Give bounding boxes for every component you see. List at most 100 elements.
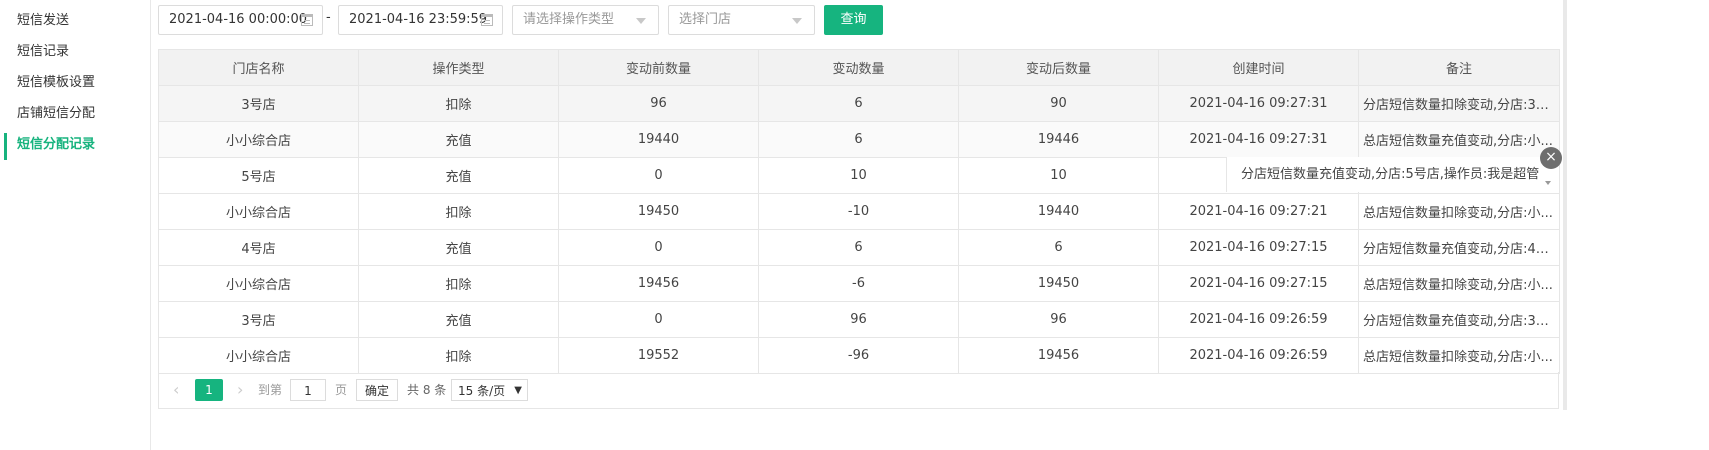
table-row[interactable]: 小小综合店 扣除 19552 -96 19456 2021-04-16 09:2… xyxy=(158,337,1560,374)
column-header-remark: 备注 xyxy=(1358,49,1560,86)
cell-quantity-change: -10 xyxy=(758,193,959,230)
cell-quantity-before: 96 xyxy=(558,85,759,122)
total-count: 共 8 条 xyxy=(407,383,447,397)
vertical-scrollbar[interactable] xyxy=(1563,0,1567,410)
query-button[interactable]: 查询 xyxy=(824,5,883,35)
cell-store-name: 小小综合店 xyxy=(158,337,359,374)
sidebar-item-sms-allocation-records[interactable]: 短信分配记录 xyxy=(0,129,150,160)
cell-created-time: 2021-04-16 09:27:21 xyxy=(1158,193,1359,230)
operation-type-select[interactable]: 请选择操作类型 xyxy=(512,5,659,35)
goto-page-input[interactable]: 1 xyxy=(290,379,326,401)
goto-label: 到第 xyxy=(258,383,283,397)
column-header-quantity-after: 变动后数量 xyxy=(958,49,1159,86)
cell-quantity-before: 19450 xyxy=(558,193,759,230)
table-header-row: 门店名称 操作类型 变动前数量 变动数量 变动后数量 创建时间 备注 xyxy=(158,49,1560,86)
next-page-icon[interactable]: › xyxy=(237,379,243,401)
sidebar-item-sms-send[interactable]: 短信发送 xyxy=(0,5,150,36)
start-date-input[interactable]: 2021-04-16 00:00:00 xyxy=(158,5,323,35)
main-content: 2021-04-16 00:00:00 - 2021-04-16 23:59:5… xyxy=(158,0,1709,450)
chevron-down-icon xyxy=(792,18,802,24)
cell-quantity-after: 19450 xyxy=(958,265,1159,302)
remark-tooltip: 分店短信数量充值变动,分店:5号店,操作员:我是超管 xyxy=(1226,157,1557,192)
table-row[interactable]: 小小综合店 扣除 19456 -6 19450 2021-04-16 09:27… xyxy=(158,265,1560,302)
prev-page-icon[interactable]: ‹ xyxy=(173,379,179,401)
close-icon[interactable]: × xyxy=(1540,147,1562,169)
sidebar-item-sms-template-settings[interactable]: 短信模板设置 xyxy=(0,67,150,98)
cell-quantity-after: 6 xyxy=(958,229,1159,266)
cell-quantity-after: 90 xyxy=(958,85,1159,122)
sidebar-item-store-sms-allocation[interactable]: 店铺短信分配 xyxy=(0,98,150,129)
cell-quantity-after: 19456 xyxy=(958,337,1159,374)
cell-quantity-after: 19446 xyxy=(958,121,1159,158)
scroll-down-icon[interactable] xyxy=(1545,181,1551,185)
cell-created-time: 2021-04-16 09:27:31 xyxy=(1158,121,1359,158)
chevron-down-icon: ▼ xyxy=(514,385,522,396)
table-row[interactable]: 3号店 扣除 96 6 90 2021-04-16 09:27:31 分店短信数… xyxy=(158,85,1560,122)
end-date-value: 2021-04-16 23:59:59 xyxy=(349,12,488,27)
cell-quantity-change: 6 xyxy=(758,229,959,266)
table-row[interactable]: 小小综合店 充值 19440 6 19446 2021-04-16 09:27:… xyxy=(158,121,1560,158)
cell-operation-type: 扣除 xyxy=(358,337,559,374)
cell-operation-type: 扣除 xyxy=(358,193,559,230)
cell-created-time: 2021-04-16 09:27:31 xyxy=(1158,85,1359,122)
store-placeholder: 选择门店 xyxy=(679,12,732,27)
calendar-icon[interactable] xyxy=(481,14,493,26)
cell-store-name: 小小综合店 xyxy=(158,121,359,158)
cell-quantity-change: 96 xyxy=(758,301,959,338)
cell-quantity-before: 19440 xyxy=(558,121,759,158)
cell-operation-type: 扣除 xyxy=(358,265,559,302)
table-row[interactable]: 小小综合店 扣除 19450 -10 19440 2021-04-16 09:2… xyxy=(158,193,1560,230)
chevron-down-icon xyxy=(636,18,646,24)
page-unit-label: 页 xyxy=(335,383,348,397)
sidebar-item-sms-records[interactable]: 短信记录 xyxy=(0,36,150,67)
cell-store-name: 小小综合店 xyxy=(158,193,359,230)
cell-remark[interactable]: 总店短信数量扣除变动,分店:小... xyxy=(1358,265,1560,302)
cell-store-name: 3号店 xyxy=(158,301,359,338)
cell-remark[interactable]: 总店短信数量扣除变动,分店:小... xyxy=(1358,193,1560,230)
store-select[interactable]: 选择门店 xyxy=(668,5,815,35)
cell-quantity-change: 6 xyxy=(758,121,959,158)
cell-store-name: 5号店 xyxy=(158,157,359,194)
column-header-store-name: 门店名称 xyxy=(158,49,359,86)
cell-store-name: 小小综合店 xyxy=(158,265,359,302)
cell-store-name: 3号店 xyxy=(158,85,359,122)
cell-remark[interactable]: 分店短信数量扣除变动,分店:3号... xyxy=(1358,85,1560,122)
page-size-select[interactable]: 15 条/页 ▼ xyxy=(451,379,528,401)
cell-created-time: 2021-04-16 09:27:15 xyxy=(1158,265,1359,302)
goto-confirm-button[interactable]: 确定 xyxy=(356,379,398,401)
cell-quantity-after: 96 xyxy=(958,301,1159,338)
column-header-quantity-change: 变动数量 xyxy=(758,49,959,86)
cell-quantity-before: 19552 xyxy=(558,337,759,374)
page-size-value: 15 条/页 xyxy=(458,384,506,398)
pagination: ‹ 1 › 到第 1 页 确定 共 8 条 15 条/页 ▼ xyxy=(158,372,1559,409)
cell-remark[interactable]: 总店短信数量充值变动,分店:小... xyxy=(1358,121,1560,158)
cell-remark[interactable]: 总店短信数量扣除变动,分店:小... xyxy=(1358,337,1560,374)
filter-toolbar: 2021-04-16 00:00:00 - 2021-04-16 23:59:5… xyxy=(158,5,1558,37)
cell-operation-type: 充值 xyxy=(358,301,559,338)
cell-operation-type: 扣除 xyxy=(358,85,559,122)
cell-quantity-change: -96 xyxy=(758,337,959,374)
start-date-value: 2021-04-16 00:00:00 xyxy=(169,12,308,27)
table-row[interactable]: 4号店 充值 0 6 6 2021-04-16 09:27:15 分店短信数量充… xyxy=(158,229,1560,266)
cell-quantity-before: 0 xyxy=(558,229,759,266)
cell-created-time: 2021-04-16 09:26:59 xyxy=(1158,301,1359,338)
cell-operation-type: 充值 xyxy=(358,121,559,158)
cell-quantity-before: 0 xyxy=(558,157,759,194)
cell-store-name: 4号店 xyxy=(158,229,359,266)
allocation-records-table: 门店名称 操作类型 变动前数量 变动数量 变动后数量 创建时间 备注 3号店 扣… xyxy=(158,49,1560,374)
cell-remark[interactable]: 分店短信数量充值变动,分店:3号... xyxy=(1358,301,1560,338)
cell-quantity-after: 10 xyxy=(958,157,1159,194)
cell-quantity-change: -6 xyxy=(758,265,959,302)
end-date-input[interactable]: 2021-04-16 23:59:59 xyxy=(338,5,503,35)
cell-quantity-after: 19440 xyxy=(958,193,1159,230)
column-header-operation-type: 操作类型 xyxy=(358,49,559,86)
calendar-icon[interactable] xyxy=(301,14,313,26)
table-row[interactable]: 3号店 充值 0 96 96 2021-04-16 09:26:59 分店短信数… xyxy=(158,301,1560,338)
cell-operation-type: 充值 xyxy=(358,229,559,266)
cell-created-time: 2021-04-16 09:26:59 xyxy=(1158,337,1359,374)
sidebar: 短信发送 短信记录 短信模板设置 店铺短信分配 短信分配记录 xyxy=(0,0,151,450)
cell-remark[interactable]: 分店短信数量充值变动,分店:4号... xyxy=(1358,229,1560,266)
column-header-quantity-before: 变动前数量 xyxy=(558,49,759,86)
cell-quantity-before: 0 xyxy=(558,301,759,338)
page-number-current[interactable]: 1 xyxy=(195,379,223,401)
